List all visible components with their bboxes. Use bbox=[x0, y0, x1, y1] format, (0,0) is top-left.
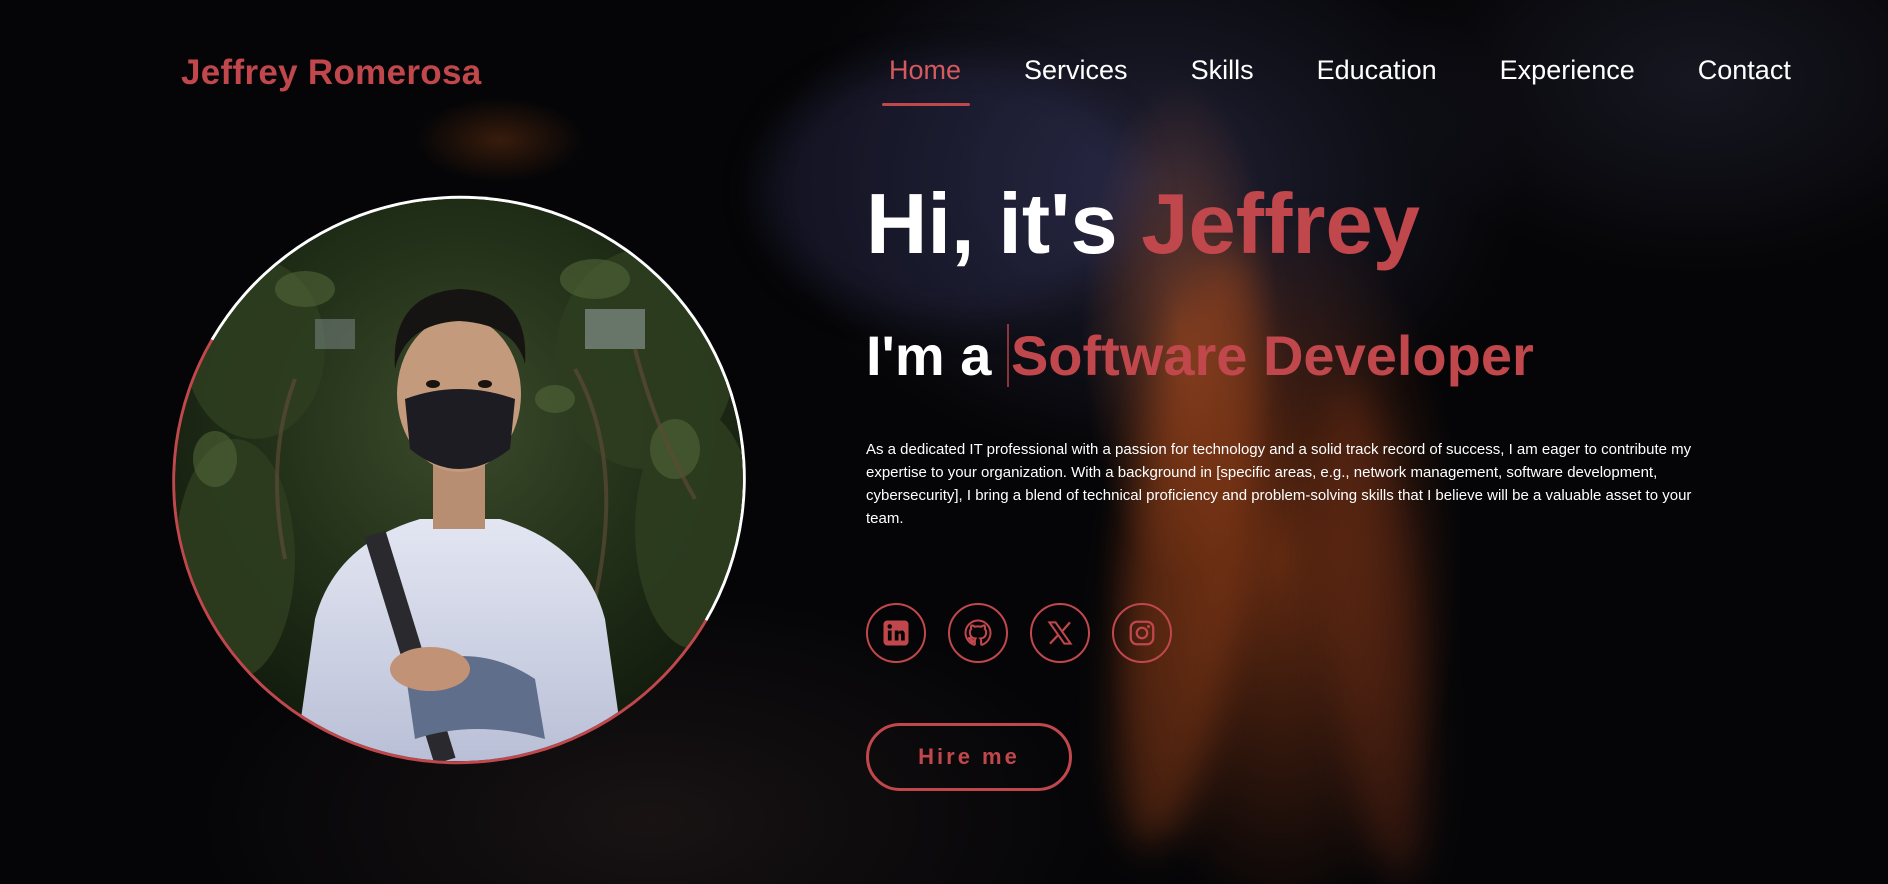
linkedin-link[interactable] bbox=[866, 603, 926, 663]
instagram-icon bbox=[1129, 620, 1155, 646]
github-icon bbox=[964, 619, 992, 646]
github-link[interactable] bbox=[948, 603, 1008, 663]
page: Jeffrey Romerosa Home Services Skills Ed… bbox=[0, 0, 1888, 884]
nav-education[interactable]: Education bbox=[1308, 53, 1446, 86]
x-twitter-icon bbox=[1047, 621, 1073, 645]
main-nav: Home Services Skills Education Experienc… bbox=[880, 53, 1800, 106]
hero-title: Hi, it's Jeffrey bbox=[866, 176, 1420, 274]
role-prefix: I'm a bbox=[866, 324, 1007, 387]
nav-home[interactable]: Home bbox=[880, 53, 971, 106]
hire-me-button[interactable]: Hire me bbox=[866, 723, 1072, 791]
profile-photo bbox=[175, 199, 755, 765]
instagram-link[interactable] bbox=[1112, 603, 1172, 663]
hero-name: Jeffrey bbox=[1141, 177, 1421, 272]
nav-contact[interactable]: Contact bbox=[1689, 53, 1800, 86]
hero-description: As a dedicated IT professional with a pa… bbox=[866, 441, 1692, 527]
site-logo[interactable]: Jeffrey Romerosa bbox=[181, 53, 482, 93]
x-twitter-link[interactable] bbox=[1030, 603, 1090, 663]
nav-skills[interactable]: Skills bbox=[1182, 53, 1263, 86]
profile-image-frame bbox=[108, 131, 810, 829]
role-typed-text: Software Developer bbox=[1006, 324, 1534, 387]
hero-subtitle: I'm a Software Developer bbox=[866, 323, 1534, 388]
social-links bbox=[866, 603, 1194, 663]
nav-services[interactable]: Services bbox=[1015, 53, 1137, 86]
nav-experience[interactable]: Experience bbox=[1491, 53, 1644, 86]
hero-greeting: Hi, it's bbox=[866, 177, 1142, 272]
linkedin-icon bbox=[883, 620, 909, 646]
